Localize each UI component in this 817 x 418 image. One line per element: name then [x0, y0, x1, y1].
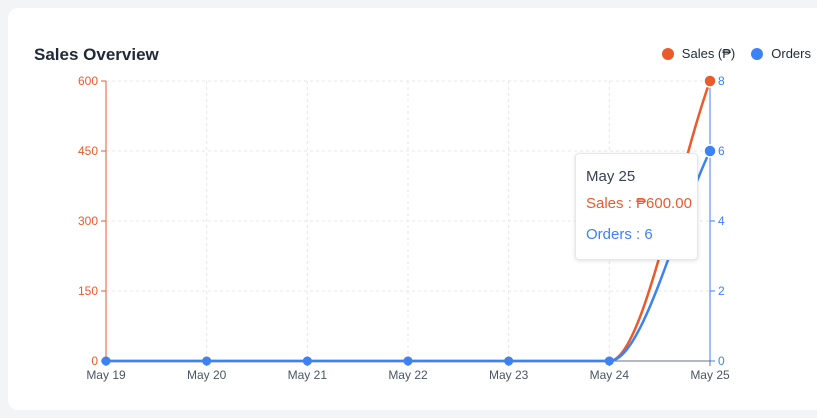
y-left-tick-label: 450 — [78, 144, 98, 158]
tooltip-sales: Sales : ₱600.00 — [586, 195, 692, 212]
x-tick-label: May 21 — [288, 368, 328, 382]
y-left-tick-label: 300 — [78, 214, 98, 228]
x-tick-label: May 20 — [187, 368, 227, 382]
y-right-tick-label: 8 — [718, 74, 725, 88]
sales-data-point — [703, 74, 717, 88]
orders-data-point — [604, 356, 614, 366]
x-tick-label: May 23 — [489, 368, 529, 382]
chart-tooltip: May 25 Sales : ₱600.00 Orders : 6 — [575, 153, 698, 260]
orders-data-point — [504, 356, 514, 366]
tooltip-date: May 25 — [586, 168, 636, 185]
orders-data-point — [202, 356, 212, 366]
x-tick-label: May 25 — [690, 368, 730, 382]
y-left-tick-label: 150 — [78, 284, 98, 298]
tooltip-orders: Orders : 6 — [586, 226, 653, 243]
y-left-tick-label: 0 — [91, 354, 98, 368]
orders-data-point — [403, 356, 413, 366]
x-tick-label: May 24 — [590, 368, 630, 382]
y-right-tick-label: 4 — [718, 214, 725, 228]
x-tick-label: May 19 — [86, 368, 126, 382]
y-right-tick-label: 2 — [718, 284, 725, 298]
orders-data-point — [703, 144, 717, 158]
orders-data-point — [302, 356, 312, 366]
y-right-tick-label: 0 — [718, 354, 725, 368]
y-right-tick-label: 6 — [718, 144, 725, 158]
y-left-tick-label: 600 — [78, 74, 98, 88]
orders-data-point — [101, 356, 111, 366]
x-tick-label: May 22 — [388, 368, 428, 382]
